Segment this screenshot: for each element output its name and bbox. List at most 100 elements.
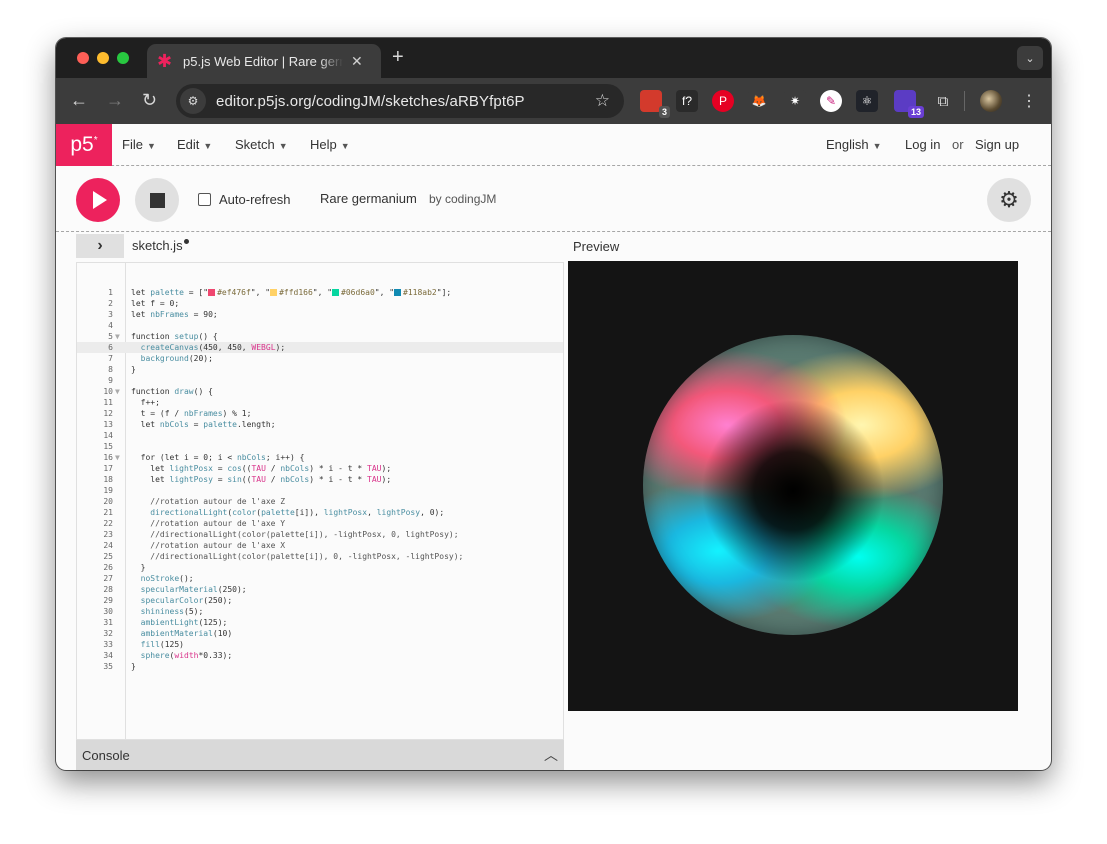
code-line[interactable]: 2 let f = 0;: [77, 298, 563, 309]
color-swatch[interactable]: [270, 289, 278, 296]
line-number: 18: [103, 475, 113, 484]
line-number: 1: [108, 288, 113, 297]
forward-arrow-icon[interactable]: →: [106, 90, 124, 110]
pinterest-extension-icon[interactable]: P: [712, 90, 734, 112]
fold-arrow-icon[interactable]: ▼: [115, 331, 120, 342]
fold-arrow-icon[interactable]: ▼: [115, 386, 120, 397]
url-text[interactable]: editor.p5js.org/codingJM/sketches/aRBYfp…: [216, 93, 525, 110]
code-text: ambientLight(125);: [140, 618, 228, 627]
maximize-window-button[interactable]: [117, 52, 129, 64]
code-line[interactable]: 11 f++;: [77, 397, 563, 408]
stop-button[interactable]: [135, 178, 179, 222]
menu-file[interactable]: File ▼: [122, 137, 156, 152]
bookmark-star-icon[interactable]: ☆: [595, 91, 610, 111]
code-line[interactable]: 31 ambientLight(125);: [77, 617, 563, 628]
sketch-name[interactable]: Rare germanium: [320, 191, 417, 206]
code-text: //directionalLight(color(palette[i]), -l…: [131, 530, 459, 539]
code-line[interactable]: 26 }: [77, 562, 563, 573]
auto-refresh-checkbox[interactable]: [198, 193, 211, 206]
code-line[interactable]: 25 //directionalLight(color(palette[i]),…: [77, 551, 563, 562]
react-devtools-extension-icon[interactable]: ⚛: [856, 90, 878, 112]
code-line[interactable]: 16 ▼ for (let i = 0; i < nbCols; i++) {: [77, 452, 563, 463]
code-line[interactable]: 30 shininess(5);: [77, 606, 563, 617]
file-tab-sketch-js[interactable]: sketch.js: [132, 238, 189, 253]
console-bar[interactable]: Console ︿: [76, 740, 564, 770]
code-line[interactable]: 13 let nbCols = palette.length;: [77, 419, 563, 430]
close-tab-icon[interactable]: ✕: [351, 53, 363, 70]
p5-logo[interactable]: p5 *: [56, 124, 112, 166]
play-button[interactable]: [76, 178, 120, 222]
menu-edit[interactable]: Edit ▼: [177, 137, 212, 152]
preview-canvas[interactable]: [568, 261, 1018, 711]
code-line[interactable]: 4: [77, 320, 563, 331]
code-line[interactable]: 3 let nbFrames = 90;: [77, 309, 563, 320]
code-line[interactable]: 18 let lightPosy = sin((TAU / nbCols) * …: [77, 474, 563, 485]
close-window-button[interactable]: [77, 52, 89, 64]
back-arrow-icon[interactable]: ←: [70, 90, 88, 110]
color-swatch[interactable]: [394, 289, 402, 296]
metamask-extension-icon[interactable]: 🦊: [748, 90, 770, 112]
menu-sketch[interactable]: Sketch ▼: [235, 137, 288, 152]
code-line[interactable]: 1 let palette = [" #ef476f", " #ffd166", " #…: [77, 287, 563, 298]
code-line[interactable]: 10 ▼ function draw() {: [77, 386, 563, 397]
code-line[interactable]: 15: [77, 441, 563, 452]
minimize-window-button[interactable]: [97, 52, 109, 64]
code-line[interactable]: 7 background(20);: [77, 353, 563, 364]
code-text: //directionalLight(color(palette[i]), 0,…: [131, 552, 464, 561]
code-line[interactable]: 19: [77, 485, 563, 496]
code-line[interactable]: 32 ambientMaterial(10): [77, 628, 563, 639]
browser-menu-kebab-icon[interactable]: ⋮: [1018, 90, 1040, 112]
browser-tab[interactable]: ✱ p5.js Web Editor | Rare germanium ✕: [147, 44, 381, 78]
language-selector[interactable]: English ▼: [826, 137, 882, 152]
code-line[interactable]: 23 //directionalLight(color(palette[i]),…: [77, 529, 563, 540]
code-line[interactable]: 21 directionalLight(color(palette[i]), l…: [77, 507, 563, 518]
whatfont-extension-icon[interactable]: f?: [676, 90, 698, 112]
site-settings-icon[interactable]: ⚙: [180, 88, 206, 114]
menu-help[interactable]: Help ▼: [310, 137, 350, 152]
sidebar-expand-button[interactable]: ›: [76, 234, 124, 258]
spark-extension-icon[interactable]: ✷: [784, 90, 806, 112]
toolbar-divider: [964, 91, 965, 111]
code-text: //rotation autour de l'axe Y: [131, 519, 286, 528]
code-line[interactable]: 29 specularColor(250);: [77, 595, 563, 606]
color-swatch[interactable]: [208, 289, 216, 296]
code-line[interactable]: 20 //rotation autour de l'axe Z: [77, 496, 563, 507]
code-line[interactable]: 17 let lightPosx = cos((TAU / nbCols) * …: [77, 463, 563, 474]
profile-avatar[interactable]: [980, 90, 1002, 112]
reload-icon[interactable]: ↻: [142, 90, 157, 110]
code-line[interactable]: 6 createCanvas(450, 450, WEBGL);: [77, 342, 563, 353]
code-line[interactable]: 34 sphere(width*0.33);: [77, 650, 563, 661]
purple-extension-icon[interactable]: 13: [894, 90, 924, 118]
code-editor[interactable]: 1 let palette = [" #ef476f", " #ffd166", " #…: [76, 262, 564, 740]
new-tab-button[interactable]: +: [392, 46, 404, 69]
color-swatch[interactable]: [332, 289, 340, 296]
tab-title: p5.js Web Editor | Rare germanium: [183, 53, 343, 69]
line-number: 12: [103, 409, 113, 418]
signup-link[interactable]: Sign up: [975, 137, 1019, 152]
tab-search-chevron-icon[interactable]: ⌄: [1017, 46, 1043, 70]
extension-badge: 13: [907, 106, 924, 118]
pocket-extension-icon[interactable]: ✎: [820, 90, 842, 112]
code-line[interactable]: 28 specularMaterial(250);: [77, 584, 563, 595]
code-line[interactable]: 14: [77, 430, 563, 441]
todoist-extension-icon[interactable]: 3: [640, 90, 670, 118]
extensions-puzzle-icon[interactable]: ⧉: [932, 90, 954, 112]
code-line[interactable]: 12 t = (f / nbFrames) % 1;: [77, 408, 563, 419]
fold-arrow-icon[interactable]: ▼: [115, 452, 120, 463]
code-lines[interactable]: 1 let palette = [" #ef476f", " #ffd166", " #…: [77, 287, 563, 672]
code-line[interactable]: 35}: [77, 661, 563, 672]
auto-refresh-toggle[interactable]: Auto-refresh: [198, 192, 291, 207]
login-link[interactable]: Log in: [905, 137, 940, 152]
code-line[interactable]: 9: [77, 375, 563, 386]
sketch-author[interactable]: by codingJM: [429, 192, 496, 206]
chevron-up-icon[interactable]: ︿: [544, 745, 558, 765]
code-line[interactable]: 8}: [77, 364, 563, 375]
code-line[interactable]: 33 fill(125): [77, 639, 563, 650]
code-line[interactable]: 27 noStroke();: [77, 573, 563, 584]
settings-gear-button[interactable]: ⚙: [987, 178, 1031, 222]
code-line[interactable]: 22 //rotation autour de l'axe Y: [77, 518, 563, 529]
code-line[interactable]: 24 //rotation autour de l'axe X: [77, 540, 563, 551]
code-line[interactable]: 5 ▼ function setup() {: [77, 331, 563, 342]
logo-asterisk: *: [93, 134, 98, 146]
address-bar[interactable]: ⚙ editor.p5js.org/codingJM/sketches/aRBY…: [176, 84, 624, 118]
